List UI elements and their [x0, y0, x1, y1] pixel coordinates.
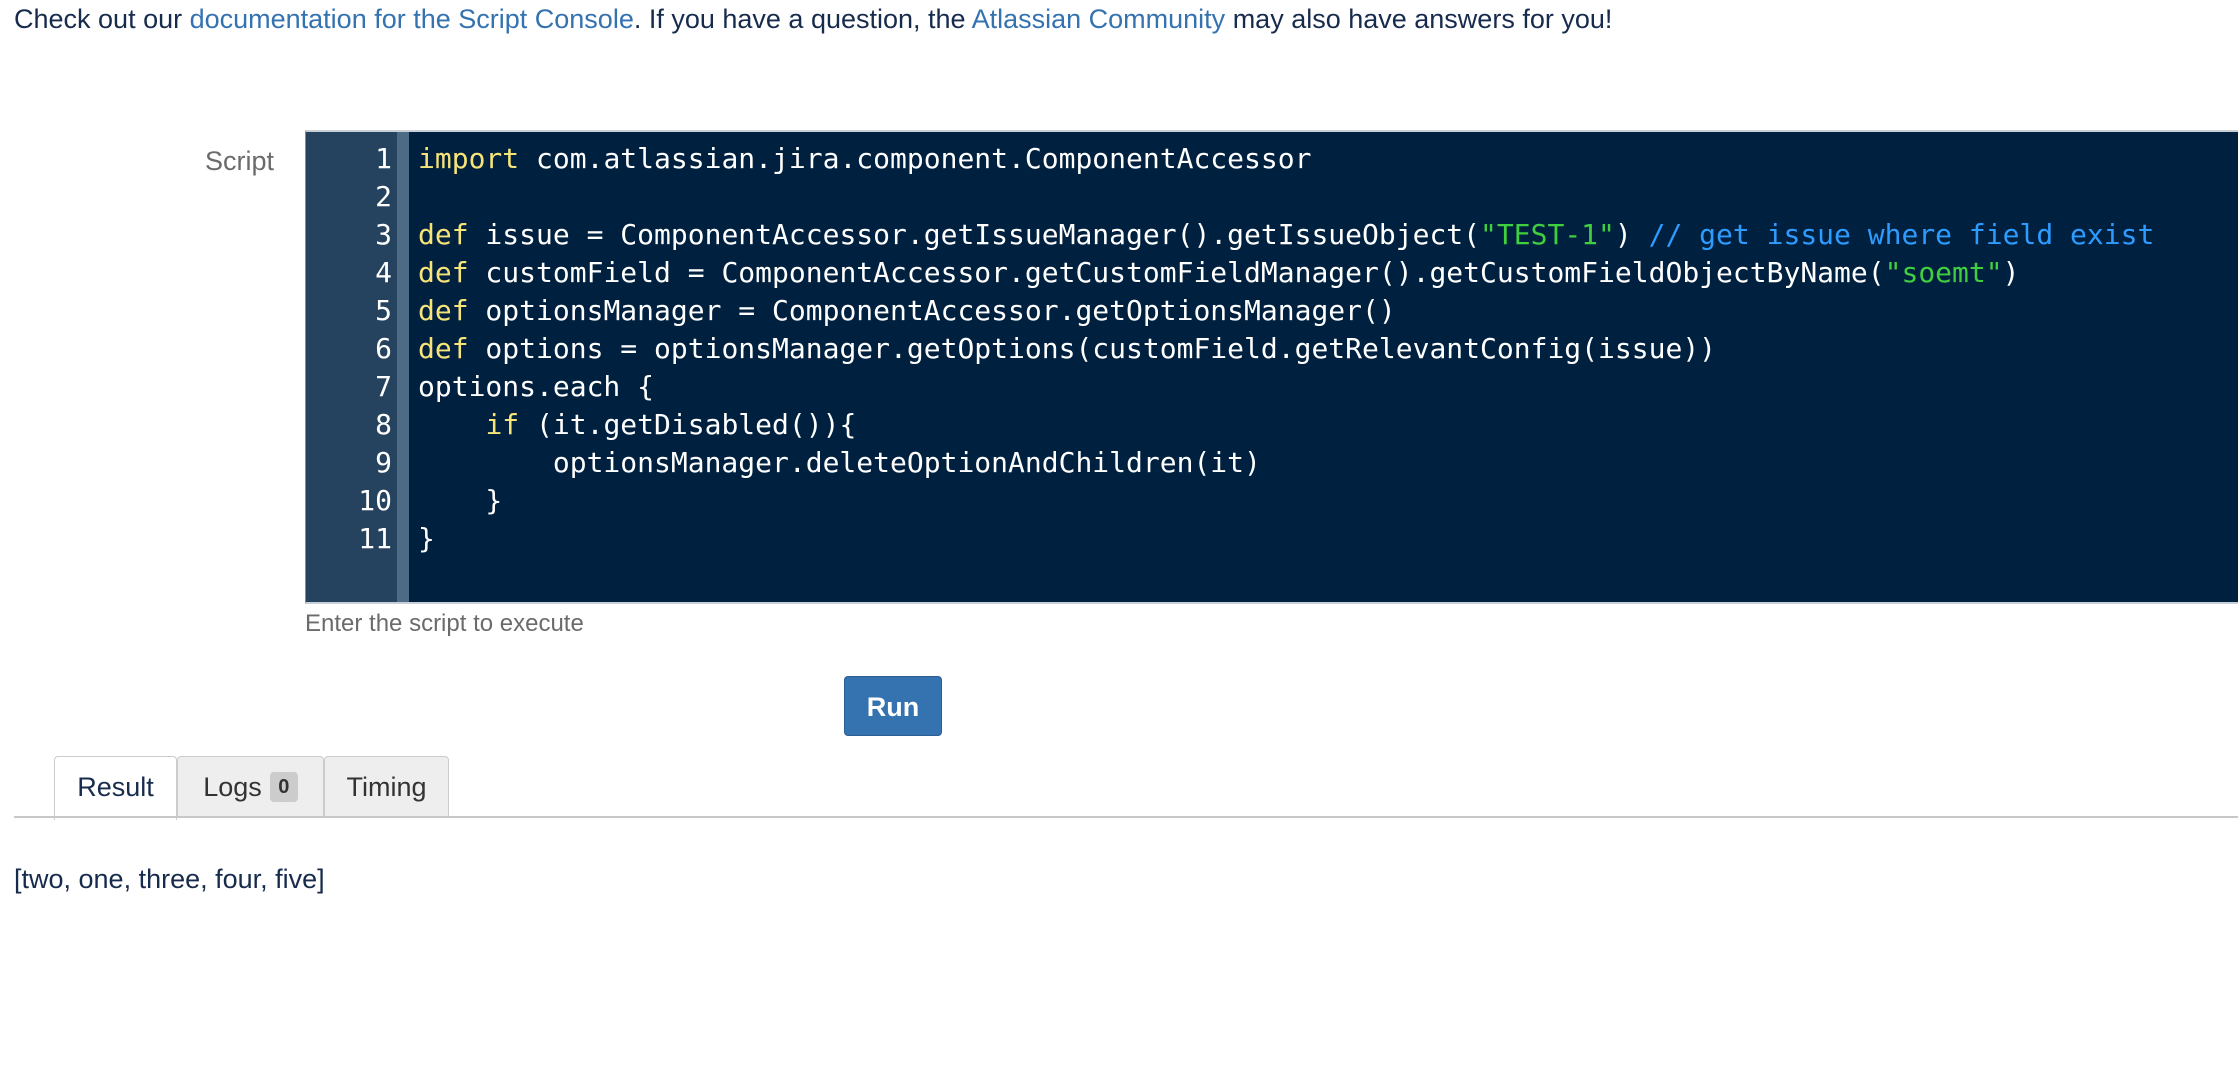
code-token-keyword: def: [418, 218, 469, 251]
line-number: 1: [375, 142, 392, 175]
code-token-text: customField = ComponentAccessor.getCusto…: [468, 256, 1885, 289]
line-number: 2: [375, 180, 392, 213]
code-token-text: optionsManager = ComponentAccessor.getOp…: [468, 294, 1396, 327]
line-number: 8: [375, 408, 392, 441]
code-token-keyword: def: [418, 256, 469, 289]
code-token-text: }: [418, 522, 435, 555]
code-line: def customField = ComponentAccessor.getC…: [418, 254, 2154, 292]
code-token-string: "TEST-1": [1480, 218, 1615, 251]
logs-count-badge: 0: [269, 772, 298, 802]
code-line: optionsManager.deleteOptionAndChildren(i…: [418, 444, 2154, 482]
line-number: 10: [358, 484, 392, 517]
code-area[interactable]: import com.atlassian.jira.component.Comp…: [418, 140, 2154, 558]
tab-timing[interactable]: Timing: [324, 756, 449, 818]
script-hint: Enter the script to execute: [305, 610, 584, 637]
code-token-text: options.each {: [418, 370, 655, 403]
intro-suffix: may also have answers for you!: [1225, 4, 1613, 34]
code-token-string: "soemt": [1884, 256, 2003, 289]
code-token-keyword: def: [418, 332, 469, 365]
line-numbers: 1 2 3 4 5 6 7 8 9 10 11: [306, 140, 392, 558]
intro-middle: . If you have a question, the: [633, 4, 972, 34]
code-line: if (it.getDisabled()){: [418, 406, 2154, 444]
documentation-link[interactable]: documentation for the Script Console: [190, 4, 634, 34]
intro-prefix: Check out our: [14, 4, 190, 34]
line-number: 7: [375, 370, 392, 403]
code-line: }: [418, 482, 2154, 520]
tab-logs-label: Logs: [203, 772, 262, 802]
tab-logs[interactable]: Logs 0: [177, 756, 324, 818]
line-number: 4: [375, 256, 392, 289]
gutter-divider: [397, 132, 409, 602]
code-line: import com.atlassian.jira.component.Comp…: [418, 140, 2154, 178]
script-label: Script: [204, 146, 274, 176]
line-number: 5: [375, 294, 392, 327]
code-token-text: com.atlassian.jira.component.ComponentAc…: [519, 142, 1312, 175]
line-number: 6: [375, 332, 392, 365]
line-number: 11: [358, 522, 392, 555]
result-output: [two, one, three, four, five]: [14, 864, 325, 894]
code-token-text: ): [2002, 256, 2020, 289]
intro-text: Check out our documentation for the Scri…: [14, 2, 1612, 36]
code-token-keyword: if: [485, 408, 520, 441]
atlassian-community-link[interactable]: Atlassian Community: [972, 4, 1226, 34]
code-token-text: issue = ComponentAccessor.getIssueManage…: [468, 218, 1481, 251]
line-number: 9: [375, 446, 392, 479]
script-editor[interactable]: 1 2 3 4 5 6 7 8 9 10 11 import com.atlassian.jira.…: [305, 130, 2238, 604]
code-token-keyword: def: [418, 294, 469, 327]
tab-result-label: Result: [77, 772, 154, 802]
code-token-keyword: import: [418, 142, 520, 175]
code-token-text: }: [418, 484, 503, 517]
tab-result[interactable]: Result: [54, 756, 177, 820]
tab-timing-label: Timing: [346, 772, 427, 802]
code-line: def optionsManager = ComponentAccessor.g…: [418, 292, 2154, 330]
code-token-text: optionsManager.deleteOptionAndChildren(i…: [418, 446, 1261, 479]
code-token-text: ): [1614, 218, 1649, 251]
code-line: options.each {: [418, 368, 2154, 406]
code-token-text: (it.getDisabled()){: [519, 408, 857, 441]
tabs-divider: [14, 816, 2238, 818]
code-line: def options = optionsManager.getOptions(…: [418, 330, 2154, 368]
line-number: 3: [375, 218, 392, 251]
code-token-text: options = optionsManager.getOptions(cust…: [468, 332, 1717, 365]
code-line: def issue = ComponentAccessor.getIssueMa…: [418, 216, 2154, 254]
run-button[interactable]: Run: [844, 676, 942, 736]
code-token-comment: // get issue where field exist: [1648, 218, 2155, 251]
code-line: }: [418, 520, 2154, 558]
